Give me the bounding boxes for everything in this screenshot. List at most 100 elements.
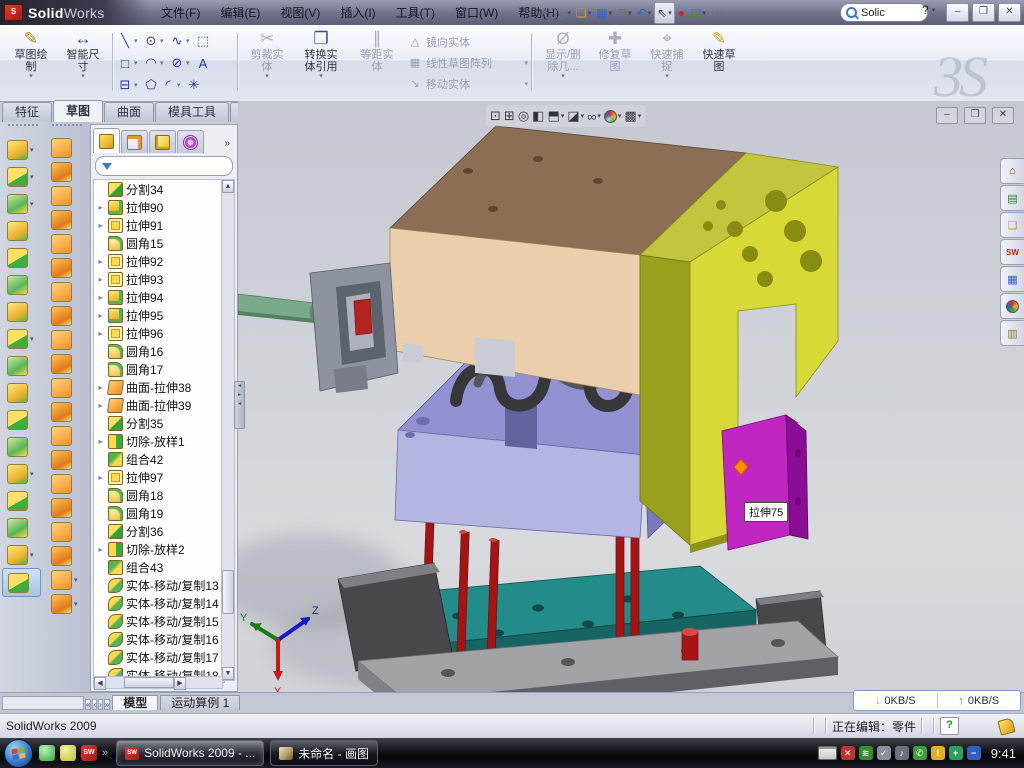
file-explorer-tab[interactable]: ❏ — [1000, 212, 1024, 238]
dropdown-arrow-icon[interactable]: ▾ — [588, 9, 592, 17]
appearances-button[interactable]: ●▾ — [604, 110, 622, 123]
dropdown-arrow-icon[interactable]: ▾ — [567, 9, 571, 17]
rapid-sketch-button[interactable]: ✎快速草图 — [694, 29, 744, 95]
instant3d-button[interactable] — [2, 568, 41, 597]
tree-item[interactable]: ▸拉伸94 — [94, 288, 224, 306]
dropdown-arrow-icon[interactable]: ▾ — [702, 9, 706, 17]
planar-surface-button[interactable] — [46, 280, 88, 304]
dropdown-arrow-icon[interactable]: ▾ — [6, 73, 56, 81]
split-button[interactable] — [2, 406, 44, 433]
propertymanager-tab-button[interactable] — [121, 130, 148, 153]
tree-item[interactable]: ▸曲面-拉伸38 — [94, 378, 224, 396]
intersect-button[interactable] — [2, 379, 44, 406]
doc-close-button[interactable]: ✕ — [992, 107, 1014, 124]
quick-launch-overflow[interactable]: » — [102, 747, 108, 759]
slot-tool[interactable]: ⊟ — [117, 77, 133, 93]
tree-item[interactable]: 圆角15 — [94, 234, 224, 252]
replace-face-button[interactable] — [46, 520, 88, 544]
curve-button[interactable]: ▾ — [2, 541, 44, 568]
input-method-icon[interactable] — [818, 746, 837, 760]
tree-item[interactable]: ▸拉伸93 — [94, 270, 224, 288]
tree-item[interactable]: 分割34 — [94, 180, 224, 198]
linear-pattern-button[interactable]: ▾ — [2, 325, 44, 352]
expand-arrow-icon[interactable]: ▸ — [96, 383, 105, 392]
chamfer-button[interactable] — [2, 271, 44, 298]
dropdown-arrow-icon[interactable]: ▾ — [538, 73, 588, 81]
tree-item[interactable]: ▸拉伸92 — [94, 252, 224, 270]
menu-视图(V)[interactable]: 视图(V) — [271, 1, 329, 24]
feature-filter-input[interactable] — [95, 156, 233, 176]
tree-item[interactable]: ▸拉伸97 — [94, 468, 224, 486]
lofted-boss-button[interactable] — [2, 244, 44, 271]
quick-launch-messenger-icon[interactable] — [39, 745, 55, 761]
fillet-button[interactable]: ▾ — [2, 190, 44, 217]
dropdown-arrow-icon[interactable]: ▾ — [524, 59, 528, 67]
doc-restore-button[interactable]: ❐ — [964, 107, 986, 124]
display-style-button[interactable]: ◪▾ — [567, 108, 584, 124]
scroll-right-button[interactable]: ▶ — [174, 677, 186, 690]
taskbar-window-solidworks[interactable]: SWSolidWorks 2009 - ... — [116, 740, 264, 766]
polygon-tool[interactable]: ⬠ — [143, 77, 159, 93]
filled-surface-button[interactable] — [46, 256, 88, 280]
text-tool[interactable]: A — [195, 56, 211, 71]
dropdown-arrow-icon[interactable]: ▾ — [186, 37, 194, 45]
swept-surface-button[interactable] — [46, 136, 88, 160]
model-tab-模型[interactable]: 模型 — [112, 695, 158, 710]
dropdown-arrow-icon[interactable]: ▾ — [160, 59, 168, 67]
expand-arrow-icon[interactable]: ▸ — [96, 401, 105, 410]
dropdown-arrow-icon[interactable]: ▾ — [581, 112, 585, 120]
search-input[interactable]: Solic — [840, 3, 928, 22]
expand-arrow-icon[interactable]: ▸ — [96, 257, 105, 266]
tree-item[interactable]: 圆角18 — [94, 486, 224, 504]
tray-shield-plus-icon[interactable]: + — [949, 746, 963, 760]
dropdown-arrow-icon[interactable]: ▾ — [30, 173, 34, 181]
minimize-button[interactable]: – — [946, 3, 969, 22]
quick-launch-app-icon[interactable] — [60, 745, 76, 761]
expand-arrow-icon[interactable]: ▸ — [96, 275, 105, 284]
hide-show-button[interactable]: ∞▾ — [587, 109, 601, 124]
view-palette-tab[interactable]: ▦ — [1000, 266, 1024, 292]
freeform-button[interactable]: ▾ — [46, 568, 88, 592]
dropdown-arrow-icon[interactable]: ▾ — [618, 112, 622, 120]
traffic-light-icon[interactable]: ● — [676, 3, 687, 23]
tray-badge-icon[interactable]: ✓ — [877, 746, 891, 760]
thicken-button[interactable] — [46, 544, 88, 568]
part-green-rod[interactable] — [238, 294, 318, 323]
menu-工具(T)[interactable]: 工具(T) — [387, 1, 444, 24]
scroll-thumb[interactable] — [124, 677, 174, 688]
quick-launch-solidworks-icon[interactable]: SW — [81, 745, 97, 761]
tree-item[interactable]: ▸切除-放样2 — [94, 540, 224, 558]
select-arrow-icon[interactable]: ⇖▾ — [654, 2, 675, 24]
tree-item[interactable]: 实体-移动/复制17 — [94, 648, 224, 666]
tag-icon[interactable] — [997, 717, 1015, 735]
dropdown-arrow-icon[interactable]: ▾ — [160, 37, 168, 45]
dimxpertmanager-tab-button[interactable] — [177, 130, 204, 153]
configurationmanager-tab-button[interactable] — [149, 130, 176, 153]
new-document-icon[interactable]: ▢▾ — [553, 3, 573, 23]
dropdown-arrow-icon[interactable]: ▾ — [30, 551, 34, 559]
appearances-tab[interactable]: ● — [1000, 293, 1024, 319]
dropdown-arrow-icon[interactable]: ▾ — [638, 112, 642, 120]
ruled-surface-button[interactable] — [46, 472, 88, 496]
tree-horizontal-scrollbar[interactable]: ◀ ▶ — [93, 676, 223, 689]
tree-item[interactable]: ▸拉伸96 — [94, 324, 224, 342]
menu-插入(I)[interactable]: 插入(I) — [331, 1, 384, 24]
toolbar-grip[interactable] — [52, 124, 82, 134]
tab-曲面[interactable]: 曲面 — [104, 102, 154, 122]
datum-points-button[interactable] — [2, 514, 44, 541]
checklist-icon[interactable]: ▤▾ — [688, 3, 708, 23]
lofted-surface-button[interactable] — [46, 208, 88, 232]
tab-nav-button[interactable]: ‹ — [92, 699, 97, 710]
tree-item[interactable]: ▸拉伸90 — [94, 198, 224, 216]
dropdown-arrow-icon[interactable]: ▾ — [30, 470, 34, 478]
dropdown-arrow-icon[interactable]: ▾ — [296, 73, 346, 81]
ellipse-tool[interactable]: ⊘ — [169, 55, 185, 71]
tray-antivirus-icon[interactable]: ✕ — [841, 746, 855, 760]
scroll-down-button[interactable]: ▼ — [222, 667, 234, 680]
menu-编辑(E)[interactable]: 编辑(E) — [211, 1, 269, 24]
scroll-left-button[interactable]: ◀ — [94, 677, 106, 690]
undo-icon[interactable]: ↶▾ — [635, 3, 654, 23]
featuremanager-tab-button[interactable] — [93, 128, 120, 153]
print-icon[interactable]: ⊟▾ — [615, 3, 634, 23]
model-tab-运动算例 1[interactable]: 运动算例 1 — [160, 695, 240, 710]
